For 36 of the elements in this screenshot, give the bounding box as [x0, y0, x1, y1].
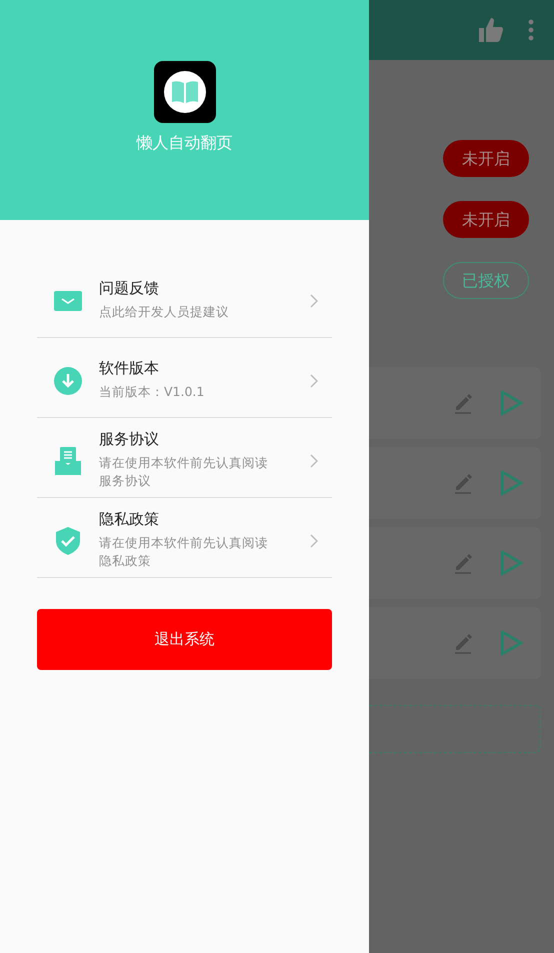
item-subtitle: 请在使用本软件前先认真阅读服务协议: [99, 454, 269, 490]
app-logo: [154, 61, 216, 123]
logout-button[interactable]: 退出系统: [37, 609, 332, 670]
play-icon[interactable]: [499, 550, 523, 576]
pencil-icon[interactable]: [453, 632, 475, 654]
item-title: 服务协议: [99, 430, 160, 450]
menu-item[interactable]: 问题反馈 点此给开发人员提建议: [37, 258, 332, 338]
mail-icon: [54, 290, 82, 310]
inbox-document-icon: [55, 446, 81, 474]
more-menu-icon[interactable]: [528, 19, 534, 41]
menu-item[interactable]: 隐私政策 请在使用本软件前先认真阅读隐私政策: [37, 498, 332, 578]
chevron-right-icon: [310, 294, 318, 308]
item-title: 问题反馈: [99, 279, 160, 299]
item-title: 软件版本: [99, 359, 160, 379]
play-icon[interactable]: [499, 470, 523, 496]
item-subtitle: 当前版本：V1.0.1: [99, 382, 206, 401]
download-icon: [54, 366, 82, 394]
dashed-add-area[interactable]: [369, 705, 541, 753]
play-icon[interactable]: [499, 390, 523, 416]
item-subtitle: 点此给开发人员提建议: [99, 302, 230, 321]
item-title: 隐私政策: [99, 510, 160, 530]
thumbs-up-icon[interactable]: [478, 17, 504, 43]
chevron-right-icon: [310, 534, 318, 548]
pencil-icon[interactable]: [453, 552, 475, 574]
menu-item[interactable]: 软件版本 当前版本：V1.0.1: [37, 338, 332, 418]
pencil-icon[interactable]: [453, 472, 475, 494]
status-chip[interactable]: 未开启: [443, 140, 529, 177]
menu-item[interactable]: 服务协议 请在使用本软件前先认真阅读服务协议: [37, 418, 332, 498]
play-icon[interactable]: [499, 630, 523, 656]
shield-check-icon: [56, 526, 80, 554]
pencil-icon[interactable]: [453, 392, 475, 414]
chevron-right-icon: [310, 454, 318, 468]
chevron-right-icon: [310, 374, 318, 388]
item-subtitle: 请在使用本软件前先认真阅读隐私政策: [99, 534, 269, 570]
status-chip[interactable]: 未开启: [443, 201, 529, 238]
app-name: 懒人自动翻页: [136, 132, 232, 154]
